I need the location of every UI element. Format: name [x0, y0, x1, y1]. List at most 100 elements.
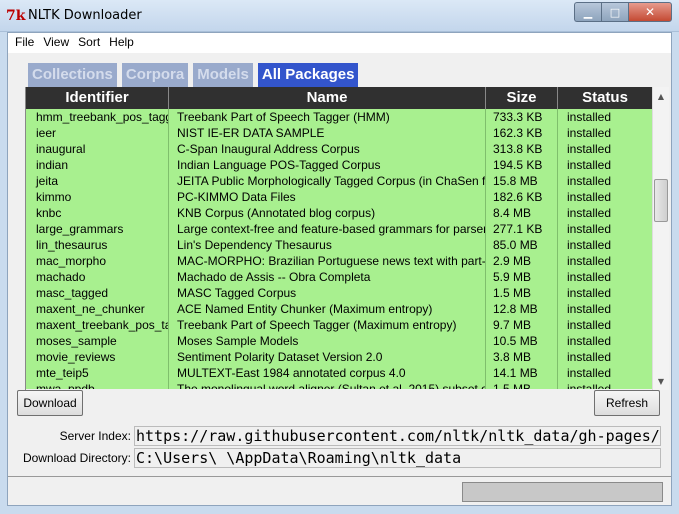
package-tabs: Collections Corpora Models All Packages	[28, 63, 359, 87]
column-header-name[interactable]: Name	[169, 87, 486, 109]
cell-name: MASC Tagged Corpus	[169, 285, 486, 301]
table-row[interactable]: hmm_treebank_pos_tagger Treebank Part of …	[26, 109, 652, 125]
refresh-button[interactable]: Refresh	[594, 390, 660, 416]
cell-status: installed	[567, 158, 612, 172]
cell-status: installed	[567, 174, 612, 188]
cell-identifier: masc_tagged	[26, 285, 169, 301]
cell-name: MAC-MORPHO: Brazilian Portuguese news te…	[169, 253, 486, 269]
cell-name: Indian Language POS-Tagged Corpus	[169, 157, 486, 173]
cell-identifier: maxent_treebank_pos_tagger	[26, 317, 169, 333]
cell-name: JEITA Public Morphologically Tagged Corp…	[169, 173, 486, 189]
table-row[interactable]: mac_morpho MAC-MORPHO: Brazilian Portugue…	[26, 253, 652, 269]
cell-size: 2.9 MB	[486, 253, 558, 269]
close-icon: ✕	[644, 5, 656, 19]
cell-size: 313.8 KB	[486, 141, 558, 157]
table-row[interactable]: kimmo PC-KIMMO Data Files 182.6 KB installe…	[26, 189, 652, 205]
cell-status: installed	[567, 318, 612, 332]
table-row[interactable]: machado Machado de Assis -- Obra Completa…	[26, 269, 652, 285]
download-button[interactable]: Download	[17, 390, 83, 416]
scroll-up-icon[interactable]: ▲	[653, 88, 669, 104]
cell-size: 9.7 MB	[486, 317, 558, 333]
cell-identifier: hmm_treebank_pos_tagger	[26, 109, 169, 125]
table-row[interactable]: moses_sample Moses Sample Models 10.5 MB in…	[26, 333, 652, 349]
cell-name: MULTEXT-East 1984 annotated corpus 4.0	[169, 365, 486, 381]
cell-name: ACE Named Entity Chunker (Maximum entrop…	[169, 301, 486, 317]
column-header-status[interactable]: Status	[558, 87, 652, 109]
cell-name: Machado de Assis -- Obra Completa	[169, 269, 486, 285]
maximize-icon: □	[609, 5, 621, 19]
table-body: hmm_treebank_pos_tagger Treebank Part of …	[26, 109, 652, 389]
cell-size: 5.9 MB	[486, 269, 558, 285]
maximize-button[interactable]: □	[601, 2, 628, 22]
cell-size: 3.8 MB	[486, 349, 558, 365]
cell-status: installed	[567, 126, 612, 140]
table-row[interactable]: maxent_treebank_pos_taggerTreebank Part …	[26, 317, 652, 333]
tab-all-packages[interactable]: All Packages	[257, 63, 359, 87]
cell-size: 733.3 KB	[486, 109, 558, 125]
table-row[interactable]: mte_teip5 MULTEXT-East 1984 annotated cor…	[26, 365, 652, 381]
cell-identifier: movie_reviews	[26, 349, 169, 365]
cell-identifier: large_grammars	[26, 221, 169, 237]
table-row[interactable]: knbc KNB Corpus (Annotated blog corpus) 8.…	[26, 205, 652, 221]
menu-help[interactable]: Help	[107, 33, 141, 53]
cell-name: Treebank Part of Speech Tagger (Maximum …	[169, 317, 486, 333]
menu-sort[interactable]: Sort	[76, 33, 107, 53]
cell-status: installed	[567, 270, 612, 284]
tab-models[interactable]: Models	[193, 63, 253, 87]
table-row[interactable]: indian Indian Language POS-Tagged Corpus 1…	[26, 157, 652, 173]
cell-status: installed	[567, 302, 612, 316]
cell-name: Large context-free and feature-based gra…	[169, 221, 486, 237]
table-row[interactable]: maxent_ne_chunker ACE Named Entity Chunke…	[26, 301, 652, 317]
cell-size: 8.4 MB	[486, 205, 558, 221]
cell-size: 1.5 MB	[486, 285, 558, 301]
tk-feather-icon: 7k	[6, 8, 26, 24]
cell-identifier: knbc	[26, 205, 169, 221]
cell-size: 14.1 MB	[486, 365, 558, 381]
cell-status: installed	[567, 366, 612, 380]
column-header-size[interactable]: Size	[486, 87, 558, 109]
minimize-button[interactable]: ▁	[574, 2, 601, 22]
main-window: File View Sort Help Collections Corpora …	[7, 32, 672, 506]
close-button[interactable]: ✕	[628, 2, 672, 22]
table-row[interactable]: mwa_ppdb The monolingual word aligner (Su…	[26, 381, 652, 389]
cell-status: installed	[567, 334, 612, 348]
table-row[interactable]: masc_tagged MASC Tagged Corpus 1.5 MB insta…	[26, 285, 652, 301]
cell-name: Lin's Dependency Thesaurus	[169, 237, 486, 253]
table-row[interactable]: jeita JEITA Public Morphologically Tagged…	[26, 173, 652, 189]
table-left-border	[18, 87, 26, 390]
column-header-identifier[interactable]: Identifier	[26, 87, 169, 109]
table-row[interactable]: movie_reviews Sentiment Polarity Dataset …	[26, 349, 652, 365]
cell-name: The monolingual word aligner (Sultan et …	[169, 381, 486, 389]
cell-size: 85.0 MB	[486, 237, 558, 253]
cell-identifier: mte_teip5	[26, 365, 169, 381]
cell-identifier: maxent_ne_chunker	[26, 301, 169, 317]
table-row[interactable]: ieer NIST IE-ER DATA SAMPLE 162.3 KB instal…	[26, 125, 652, 141]
tab-corpora[interactable]: Corpora	[121, 63, 189, 87]
cell-name: C-Span Inaugural Address Corpus	[169, 141, 486, 157]
progress-bar	[462, 482, 663, 502]
scroll-down-icon[interactable]: ▼	[653, 373, 669, 389]
cell-name: NIST IE-ER DATA SAMPLE	[169, 125, 486, 141]
cell-status: installed	[567, 206, 612, 220]
window-title: NLTK Downloader	[28, 8, 142, 23]
table-row[interactable]: inaugural C-Span Inaugural Address Corpus…	[26, 141, 652, 157]
cell-size: 1.5 MB	[486, 381, 558, 389]
menu-file[interactable]: File	[13, 33, 41, 53]
vertical-scrollbar[interactable]: ▲ ▼	[652, 87, 669, 390]
download-directory-input[interactable]: C:\Users\ \AppData\Roaming\nltk_data	[134, 448, 661, 468]
scrollbar-thumb[interactable]	[654, 179, 668, 222]
cell-status: installed	[567, 286, 612, 300]
cell-name: Treebank Part of Speech Tagger (HMM)	[169, 109, 486, 125]
tab-collections[interactable]: Collections	[28, 63, 117, 87]
cell-size: 277.1 KB	[486, 221, 558, 237]
cell-identifier: mwa_ppdb	[26, 381, 169, 389]
minimize-icon: ▁	[583, 5, 593, 19]
table-row[interactable]: large_grammars Large context-free and fea…	[26, 221, 652, 237]
cell-size: 12.8 MB	[486, 301, 558, 317]
server-index-input[interactable]: https://raw.githubusercontent.com/nltk/n…	[134, 426, 661, 446]
table-row[interactable]: lin_thesaurus Lin's Dependency Thesaurus 8…	[26, 237, 652, 253]
cell-status: installed	[567, 382, 612, 389]
title-bar: 7k NLTK Downloader ▁ □ ✕	[0, 0, 679, 32]
menu-bar: File View Sort Help	[8, 33, 671, 53]
menu-view[interactable]: View	[41, 33, 76, 53]
